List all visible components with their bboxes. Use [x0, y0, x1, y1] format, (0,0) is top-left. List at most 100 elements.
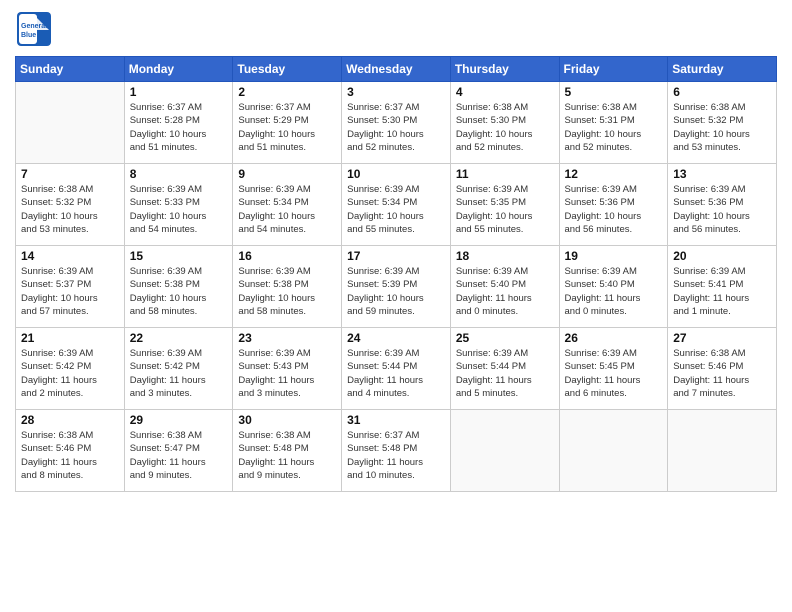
calendar-cell [559, 410, 668, 492]
day-info: Sunrise: 6:39 AM Sunset: 5:45 PM Dayligh… [565, 347, 663, 400]
calendar-cell [668, 410, 777, 492]
day-info: Sunrise: 6:37 AM Sunset: 5:28 PM Dayligh… [130, 101, 228, 154]
calendar-cell: 21 Sunrise: 6:39 AM Sunset: 5:42 PM Dayli… [16, 328, 125, 410]
day-number: 24 [347, 331, 445, 345]
calendar-week-2: 7 Sunrise: 6:38 AM Sunset: 5:32 PM Daylig… [16, 164, 777, 246]
calendar-cell: 8 Sunrise: 6:39 AM Sunset: 5:33 PM Daylig… [124, 164, 233, 246]
day-info: Sunrise: 6:38 AM Sunset: 5:31 PM Dayligh… [565, 101, 663, 154]
calendar-cell: 7 Sunrise: 6:38 AM Sunset: 5:32 PM Daylig… [16, 164, 125, 246]
calendar-cell: 30 Sunrise: 6:38 AM Sunset: 5:48 PM Dayli… [233, 410, 342, 492]
day-number: 12 [565, 167, 663, 181]
day-number: 20 [673, 249, 771, 263]
calendar-cell: 4 Sunrise: 6:38 AM Sunset: 5:30 PM Daylig… [450, 82, 559, 164]
calendar-cell: 9 Sunrise: 6:39 AM Sunset: 5:34 PM Daylig… [233, 164, 342, 246]
day-info: Sunrise: 6:38 AM Sunset: 5:30 PM Dayligh… [456, 101, 554, 154]
day-number: 15 [130, 249, 228, 263]
day-number: 1 [130, 85, 228, 99]
weekday-header-saturday: Saturday [668, 57, 777, 82]
day-info: Sunrise: 6:39 AM Sunset: 5:40 PM Dayligh… [565, 265, 663, 318]
day-info: Sunrise: 6:38 AM Sunset: 5:46 PM Dayligh… [673, 347, 771, 400]
day-info: Sunrise: 6:39 AM Sunset: 5:37 PM Dayligh… [21, 265, 119, 318]
calendar-cell: 3Sunrise: 6:37 AM Sunset: 5:30 PM Daylig… [342, 82, 451, 164]
logo: General Blue [15, 10, 53, 48]
day-number: 5 [565, 85, 663, 99]
calendar-cell: 28 Sunrise: 6:38 AM Sunset: 5:46 PM Dayli… [16, 410, 125, 492]
day-number: 16 [238, 249, 336, 263]
svg-text:General: General [21, 23, 47, 30]
calendar-week-5: 28 Sunrise: 6:38 AM Sunset: 5:46 PM Dayli… [16, 410, 777, 492]
day-number: 6 [673, 85, 771, 99]
day-info: Sunrise: 6:39 AM Sunset: 5:35 PM Dayligh… [456, 183, 554, 236]
calendar-cell: 25Sunrise: 6:39 AM Sunset: 5:44 PM Dayli… [450, 328, 559, 410]
day-info: Sunrise: 6:38 AM Sunset: 5:48 PM Dayligh… [238, 429, 336, 482]
day-info: Sunrise: 6:37 AM Sunset: 5:48 PM Dayligh… [347, 429, 445, 482]
day-info: Sunrise: 6:39 AM Sunset: 5:44 PM Dayligh… [347, 347, 445, 400]
calendar-cell: 29 Sunrise: 6:38 AM Sunset: 5:47 PM Dayli… [124, 410, 233, 492]
calendar-cell: 1 Sunrise: 6:37 AM Sunset: 5:28 PM Daylig… [124, 82, 233, 164]
calendar-cell: 6 Sunrise: 6:38 AM Sunset: 5:32 PM Daylig… [668, 82, 777, 164]
day-number: 22 [130, 331, 228, 345]
calendar-cell: 14 Sunrise: 6:39 AM Sunset: 5:37 PM Dayli… [16, 246, 125, 328]
day-number: 29 [130, 413, 228, 427]
day-number: 11 [456, 167, 554, 181]
svg-text:Blue: Blue [21, 32, 36, 39]
calendar-cell: 24 Sunrise: 6:39 AM Sunset: 5:44 PM Dayli… [342, 328, 451, 410]
page: General Blue SundayMondayTuesdayWednesda… [0, 0, 792, 612]
day-number: 26 [565, 331, 663, 345]
day-number: 28 [21, 413, 119, 427]
day-info: Sunrise: 6:39 AM Sunset: 5:38 PM Dayligh… [238, 265, 336, 318]
day-number: 18 [456, 249, 554, 263]
day-info: Sunrise: 6:38 AM Sunset: 5:32 PM Dayligh… [673, 101, 771, 154]
calendar-week-3: 14 Sunrise: 6:39 AM Sunset: 5:37 PM Dayli… [16, 246, 777, 328]
day-info: Sunrise: 6:39 AM Sunset: 5:36 PM Dayligh… [673, 183, 771, 236]
day-info: Sunrise: 6:38 AM Sunset: 5:46 PM Dayligh… [21, 429, 119, 482]
calendar-cell: 13Sunrise: 6:39 AM Sunset: 5:36 PM Dayli… [668, 164, 777, 246]
day-number: 7 [21, 167, 119, 181]
day-info: Sunrise: 6:39 AM Sunset: 5:40 PM Dayligh… [456, 265, 554, 318]
day-info: Sunrise: 6:39 AM Sunset: 5:43 PM Dayligh… [238, 347, 336, 400]
calendar-cell: 16 Sunrise: 6:39 AM Sunset: 5:38 PM Dayli… [233, 246, 342, 328]
day-number: 4 [456, 85, 554, 99]
calendar-cell: 23 Sunrise: 6:39 AM Sunset: 5:43 PM Dayli… [233, 328, 342, 410]
day-number: 23 [238, 331, 336, 345]
calendar-cell: 20 Sunrise: 6:39 AM Sunset: 5:41 PM Dayli… [668, 246, 777, 328]
calendar-table: SundayMondayTuesdayWednesdayThursdayFrid… [15, 56, 777, 492]
day-number: 21 [21, 331, 119, 345]
day-info: Sunrise: 6:39 AM Sunset: 5:33 PM Dayligh… [130, 183, 228, 236]
day-info: Sunrise: 6:39 AM Sunset: 5:42 PM Dayligh… [21, 347, 119, 400]
day-number: 8 [130, 167, 228, 181]
day-number: 2 [238, 85, 336, 99]
header: General Blue [15, 10, 777, 48]
calendar-cell: 26 Sunrise: 6:39 AM Sunset: 5:45 PM Dayli… [559, 328, 668, 410]
day-info: Sunrise: 6:39 AM Sunset: 5:44 PM Dayligh… [456, 347, 554, 400]
day-number: 9 [238, 167, 336, 181]
calendar-cell [450, 410, 559, 492]
calendar-cell: 12 Sunrise: 6:39 AM Sunset: 5:36 PM Dayli… [559, 164, 668, 246]
calendar-cell: 5 Sunrise: 6:38 AM Sunset: 5:31 PM Daylig… [559, 82, 668, 164]
day-number: 14 [21, 249, 119, 263]
logo-icon: General Blue [15, 10, 53, 48]
weekday-header-sunday: Sunday [16, 57, 125, 82]
day-info: Sunrise: 6:39 AM Sunset: 5:36 PM Dayligh… [565, 183, 663, 236]
calendar-cell: 18 Sunrise: 6:39 AM Sunset: 5:40 PM Dayli… [450, 246, 559, 328]
day-number: 3 [347, 85, 445, 99]
day-info: Sunrise: 6:39 AM Sunset: 5:41 PM Dayligh… [673, 265, 771, 318]
day-info: Sunrise: 6:39 AM Sunset: 5:42 PM Dayligh… [130, 347, 228, 400]
calendar-cell: 31Sunrise: 6:37 AM Sunset: 5:48 PM Dayli… [342, 410, 451, 492]
day-number: 10 [347, 167, 445, 181]
day-number: 19 [565, 249, 663, 263]
day-info: Sunrise: 6:39 AM Sunset: 5:38 PM Dayligh… [130, 265, 228, 318]
calendar-cell: 2Sunrise: 6:37 AM Sunset: 5:29 PM Daylig… [233, 82, 342, 164]
calendar-week-1: 1 Sunrise: 6:37 AM Sunset: 5:28 PM Daylig… [16, 82, 777, 164]
weekday-header-thursday: Thursday [450, 57, 559, 82]
weekday-header-friday: Friday [559, 57, 668, 82]
day-number: 30 [238, 413, 336, 427]
weekday-header-tuesday: Tuesday [233, 57, 342, 82]
day-info: Sunrise: 6:39 AM Sunset: 5:34 PM Dayligh… [238, 183, 336, 236]
calendar-cell: 15 Sunrise: 6:39 AM Sunset: 5:38 PM Dayli… [124, 246, 233, 328]
day-info: Sunrise: 6:38 AM Sunset: 5:32 PM Dayligh… [21, 183, 119, 236]
calendar-cell: 11 Sunrise: 6:39 AM Sunset: 5:35 PM Dayli… [450, 164, 559, 246]
calendar-cell: 10Sunrise: 6:39 AM Sunset: 5:34 PM Dayli… [342, 164, 451, 246]
calendar-cell: 22 Sunrise: 6:39 AM Sunset: 5:42 PM Dayli… [124, 328, 233, 410]
day-info: Sunrise: 6:38 AM Sunset: 5:47 PM Dayligh… [130, 429, 228, 482]
